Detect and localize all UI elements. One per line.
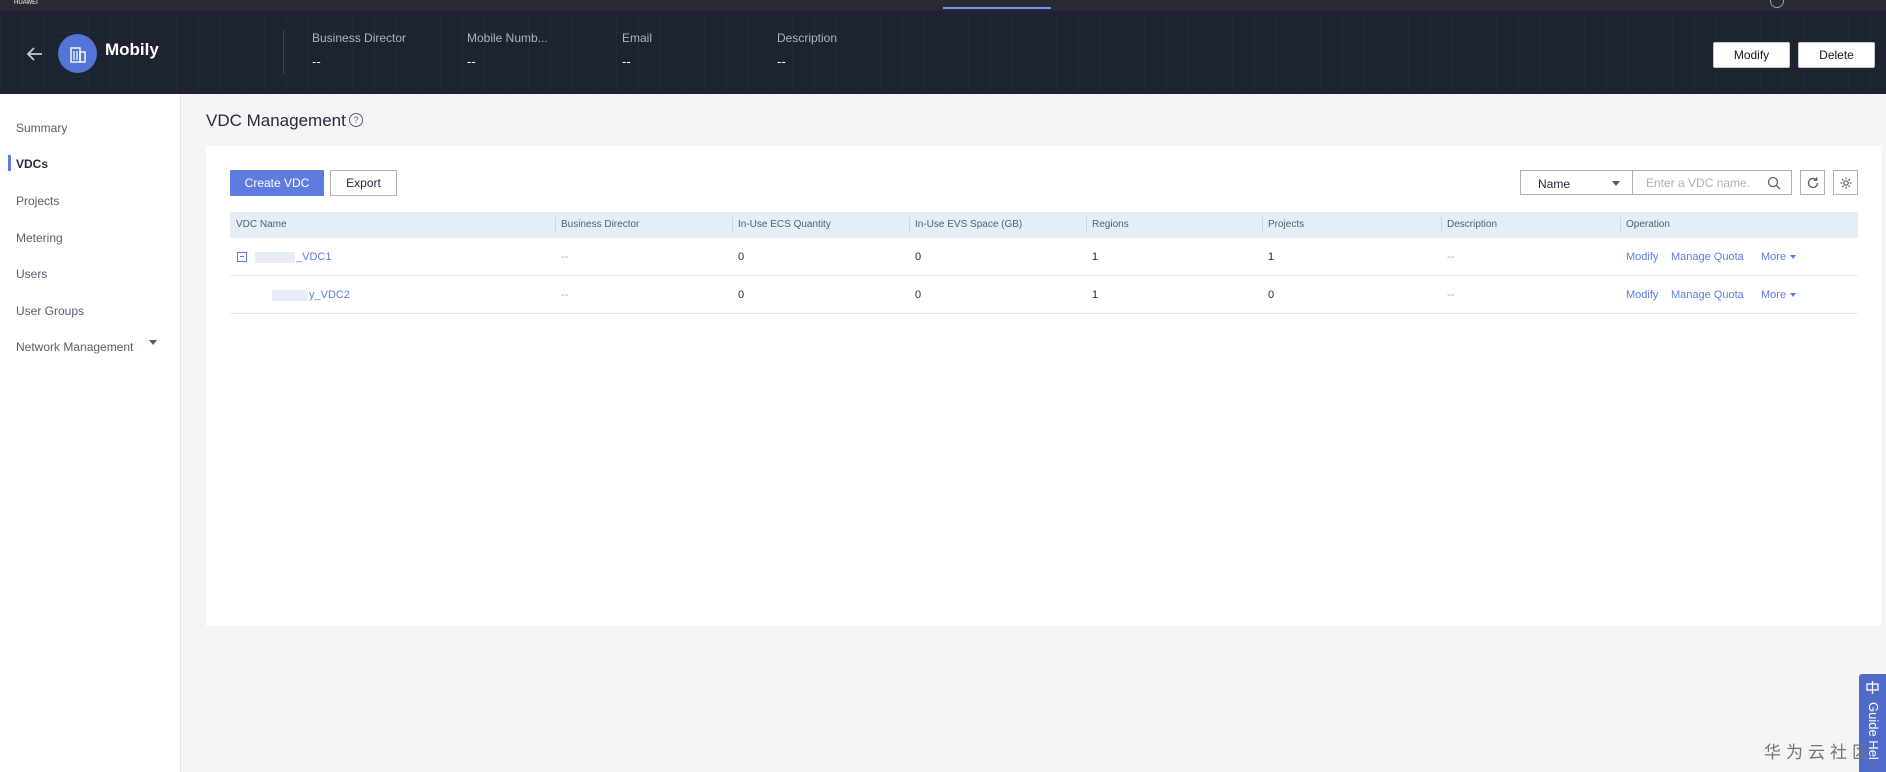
- info-value: --: [622, 54, 631, 69]
- info-business-director: Business Director --: [312, 31, 406, 69]
- active-tab-indicator: [943, 7, 1051, 9]
- refresh-button[interactable]: [1800, 170, 1825, 195]
- evs-space-cell: 0: [915, 251, 922, 263]
- business-director-cell: --: [561, 251, 569, 263]
- more-label: More: [1761, 251, 1787, 263]
- top-strip: HUAWEI: [0, 0, 1886, 10]
- vdc-name-link[interactable]: _VDC1: [255, 251, 331, 263]
- column-divider: [555, 217, 556, 232]
- column-header[interactable]: Regions: [1092, 219, 1129, 230]
- table-row: _VDC1 -- 0 0 1 1 -- Modify Manage Quota …: [230, 238, 1858, 276]
- search-icon[interactable]: [1767, 176, 1781, 190]
- ecs-quantity-cell: 0: [738, 251, 745, 263]
- search-input[interactable]: [1633, 171, 1763, 194]
- user-icon[interactable]: [1770, 0, 1784, 8]
- info-description: Description --: [777, 31, 837, 69]
- info-value: --: [467, 54, 476, 69]
- sidebar-item-user-groups[interactable]: User Groups: [16, 304, 84, 318]
- sidebar-item-users[interactable]: Users: [16, 267, 47, 281]
- info-label: Mobile Numb...: [467, 31, 548, 45]
- column-header: Operation: [1626, 219, 1670, 230]
- search-box: [1632, 170, 1792, 195]
- building-icon: [69, 46, 86, 63]
- vdc-name-link[interactable]: y_VDC2: [272, 289, 350, 301]
- sidebar-item-summary[interactable]: Summary: [16, 121, 67, 135]
- tenant-avatar: [58, 34, 97, 73]
- vdc-table: VDC Name Business Director In-Use ECS Qu…: [230, 212, 1858, 314]
- header-divider: [283, 30, 284, 74]
- vdc-name-text: y_VDC2: [309, 289, 350, 301]
- info-email: Email --: [622, 31, 652, 69]
- column-header[interactable]: Business Director: [561, 219, 639, 230]
- projects-cell: 1: [1268, 251, 1275, 263]
- redacted-text: [272, 289, 308, 301]
- modify-vdc-link[interactable]: Modify: [1626, 251, 1658, 263]
- column-divider: [1620, 217, 1621, 232]
- gear-icon: [1840, 177, 1851, 188]
- filter-selected-value: Name: [1538, 177, 1571, 191]
- tenant-header: Mobily Business Director -- Mobile Numb.…: [0, 10, 1886, 94]
- column-header[interactable]: In-Use EVS Space (GB): [915, 219, 1022, 230]
- brand-logo: HUAWEI: [14, 0, 38, 6]
- regions-cell: 1: [1092, 289, 1099, 301]
- info-label: Business Director: [312, 31, 407, 45]
- sidebar-item-metering[interactable]: Metering: [16, 231, 63, 245]
- chevron-down-icon: [1790, 293, 1797, 298]
- modify-tenant-button[interactable]: Modify: [1713, 42, 1790, 68]
- manage-quota-link[interactable]: Manage Quota: [1671, 289, 1744, 301]
- table-row: y_VDC2 -- 0 0 1 0 -- Modify Manage Quota…: [230, 276, 1858, 314]
- chevron-down-icon[interactable]: [149, 340, 157, 345]
- sidebar-item-projects[interactable]: Projects: [16, 194, 59, 208]
- more-label: More: [1761, 289, 1787, 301]
- info-value: --: [777, 54, 786, 69]
- chevron-down-icon: [1790, 255, 1797, 260]
- description-cell: --: [1447, 289, 1455, 301]
- sidebar: Summary VDCs Projects Metering Users Use…: [0, 94, 181, 772]
- filter-field-select[interactable]: Name: [1520, 170, 1633, 195]
- projects-cell: 0: [1268, 289, 1275, 301]
- sidebar-item-network-management[interactable]: Network Management: [16, 340, 133, 354]
- info-label: Description: [777, 31, 838, 45]
- description-cell: --: [1447, 251, 1455, 263]
- column-divider: [1441, 217, 1442, 232]
- column-header[interactable]: VDC Name: [236, 219, 287, 230]
- sidebar-item-vdcs[interactable]: VDCs: [16, 157, 48, 171]
- table-header: VDC Name Business Director In-Use ECS Qu…: [230, 212, 1858, 238]
- ecs-quantity-cell: 0: [738, 289, 745, 301]
- info-value: --: [312, 54, 321, 69]
- settings-button[interactable]: [1833, 170, 1858, 195]
- business-director-cell: --: [561, 289, 569, 301]
- back-arrow-icon[interactable]: [24, 43, 46, 65]
- info-mobile-number: Mobile Numb... --: [467, 31, 548, 69]
- column-header[interactable]: In-Use ECS Quantity: [738, 219, 831, 230]
- tenant-name: Mobily: [105, 40, 159, 59]
- column-divider: [1262, 217, 1263, 232]
- more-dropdown[interactable]: More: [1761, 251, 1797, 263]
- vdc-name-text: _VDC1: [296, 251, 332, 263]
- create-vdc-button[interactable]: Create VDC: [230, 170, 324, 196]
- export-button[interactable]: Export: [330, 170, 397, 196]
- active-nav-indicator: [8, 155, 11, 171]
- vdc-panel: Create VDC Export Name VDC Name Business…: [206, 146, 1881, 626]
- collapse-icon[interactable]: [237, 252, 247, 262]
- column-divider: [732, 217, 733, 232]
- refresh-icon: [1807, 176, 1818, 188]
- info-label: Email: [622, 31, 653, 45]
- page-title: VDC Management: [206, 111, 346, 130]
- column-header[interactable]: Description: [1447, 219, 1497, 230]
- more-dropdown[interactable]: More: [1761, 289, 1797, 301]
- column-header[interactable]: Projects: [1268, 219, 1304, 230]
- redacted-text: [255, 251, 295, 263]
- chevron-down-icon: [1612, 181, 1620, 186]
- regions-cell: 1: [1092, 251, 1099, 263]
- manage-quota-link[interactable]: Manage Quota: [1671, 251, 1744, 263]
- help-icon[interactable]: ?: [349, 113, 363, 127]
- column-divider: [909, 217, 910, 232]
- delete-tenant-button[interactable]: Delete: [1798, 42, 1875, 68]
- evs-space-cell: 0: [915, 289, 922, 301]
- watermark: 华为云社区: [1764, 743, 1874, 763]
- guide-icon: [1866, 681, 1879, 694]
- modify-vdc-link[interactable]: Modify: [1626, 289, 1658, 301]
- column-divider: [1086, 217, 1087, 232]
